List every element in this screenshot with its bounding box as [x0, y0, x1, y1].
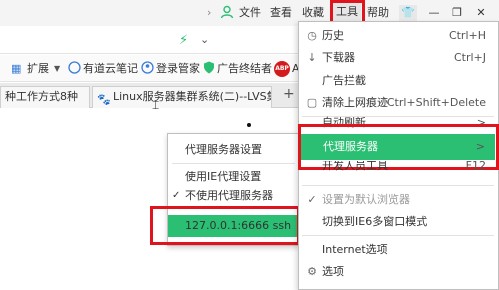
bookmark-youdao[interactable]: 有道云笔记: [83, 61, 138, 77]
bookmark-login[interactable]: 登录管家: [156, 61, 200, 77]
use-ie-proxy-item[interactable]: 使用IE代理设置: [168, 167, 299, 187]
menu-separator: [302, 185, 494, 186]
menu-item-downloads[interactable]: ↓ 下载器 Ctrl+J: [300, 47, 496, 68]
menu-item-clear-traces[interactable]: ▢ 清除上网痕迹 Ctrl+Shift+Delete: [300, 92, 496, 113]
no-proxy-item[interactable]: ✓ 不使用代理服务器: [168, 186, 299, 206]
shield-icon[interactable]: [203, 61, 215, 77]
menu-item-devtools[interactable]: 开发人员工具 F12: [300, 161, 496, 171]
dropdown-icon[interactable]: ▼: [54, 61, 60, 77]
menu-item-adblock[interactable]: 广告拦截: [300, 70, 496, 91]
tab-1[interactable]: 种工作方式8种: [0, 86, 90, 108]
lightning-icon[interactable]: ⚡: [179, 33, 188, 48]
apps-icon[interactable]: ▦: [11, 61, 21, 77]
check-icon: ✓: [172, 190, 181, 201]
bookmark-expand[interactable]: 扩展: [27, 61, 49, 77]
menu-view[interactable]: 查看: [270, 5, 292, 21]
forward-arrow-icon[interactable]: ›: [207, 5, 211, 21]
menu-item-set-default[interactable]: ✓ 设置为默认浏览器: [300, 189, 496, 210]
abp-icon[interactable]: ABP: [274, 61, 290, 77]
download-icon: ↓: [307, 51, 317, 64]
history-icon: ◷: [307, 29, 317, 42]
menu-favorites[interactable]: 收藏: [302, 5, 324, 21]
paw-icon: 🐾: [97, 93, 111, 106]
skin-icon[interactable]: 👕: [399, 5, 417, 21]
youdao-icon[interactable]: [68, 61, 81, 77]
close-icon[interactable]: ✕: [472, 5, 490, 21]
check-icon: ✓: [307, 193, 317, 206]
menu-item-ie6-mode[interactable]: 切换到IE6多窗口模式: [300, 211, 496, 232]
menu-item-internet-options[interactable]: Internet选项: [300, 239, 496, 260]
annotation-box-proxy-entry: [150, 206, 300, 245]
mouse-dot: [247, 123, 251, 127]
bookmark-adblock[interactable]: 广告终结者: [217, 61, 272, 77]
menu-item-history[interactable]: ◷ 历史 Ctrl+H: [300, 25, 496, 46]
menu-item-options[interactable]: ⚙ 选项: [300, 261, 496, 282]
text-cursor-icon: ⌶: [152, 98, 160, 112]
menu-separator: [302, 235, 494, 236]
restore-icon[interactable]: ❐: [448, 5, 466, 21]
tab-2-label: Linux服务器集群系统(二)--LVS集: [113, 90, 272, 103]
new-tab-icon[interactable]: +: [283, 86, 295, 102]
tab-2[interactable]: 🐾 Linux服务器集群系统(二)--LVS集: [92, 86, 272, 108]
chevron-down-icon[interactable]: ⌄: [200, 33, 209, 46]
submenu-separator: [172, 163, 295, 164]
proxy-settings-item[interactable]: 代理服务器设置: [168, 140, 299, 160]
menu-help[interactable]: 帮助: [367, 5, 389, 21]
clear-icon: ▢: [306, 96, 318, 109]
tab-1-label: 种工作方式8种: [5, 90, 78, 103]
user-icon[interactable]: [220, 5, 234, 21]
menu-file[interactable]: 文件: [239, 5, 261, 21]
login-icon[interactable]: [141, 61, 154, 77]
minimize-icon[interactable]: —: [425, 5, 443, 21]
gear-icon: ⚙: [307, 265, 317, 278]
